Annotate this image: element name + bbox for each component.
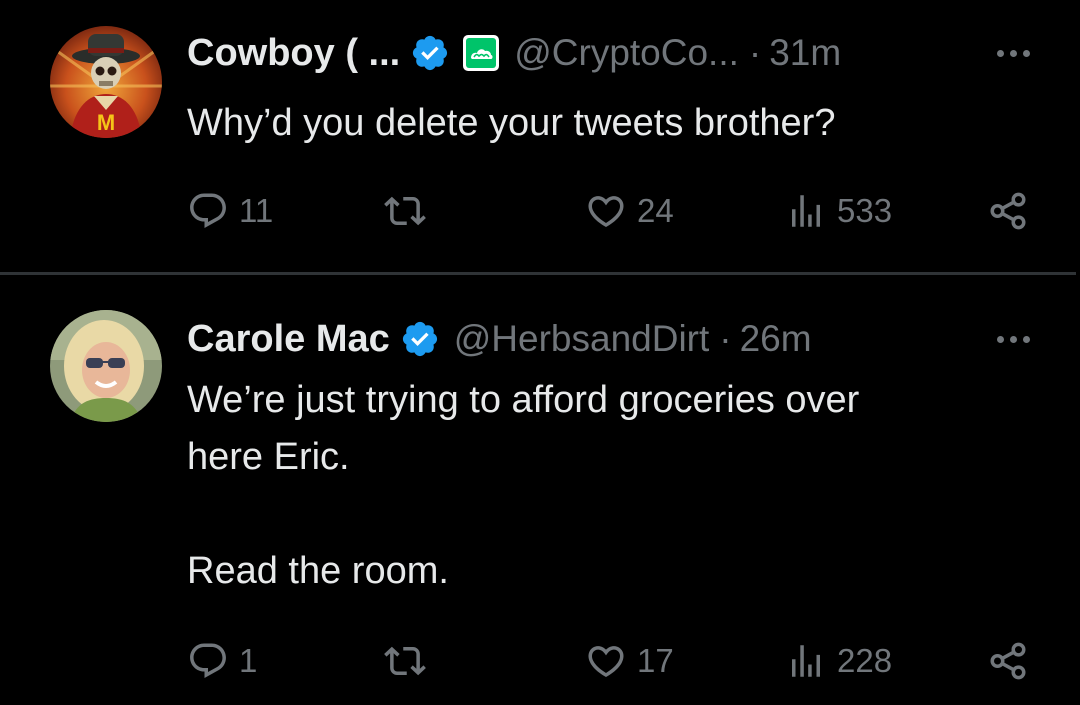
share-icon [987,640,1029,682]
analytics-icon [785,190,827,232]
heart-icon [585,190,627,232]
share-icon [987,190,1029,232]
more-dots-icon [997,49,1030,57]
avatar[interactable]: M [50,26,162,138]
views-button[interactable]: 228 [785,636,892,686]
like-count: 17 [637,642,674,679]
like-button[interactable]: 17 [585,636,674,686]
like-count: 24 [637,192,674,229]
reply-count: 1 [239,642,258,679]
tweet-header: Cowboy ( ... @CryptoCo... · 31m [187,25,1030,81]
user-handle[interactable]: @HerbsandDirt [454,318,710,360]
separator-dot: · [748,32,762,73]
more-options-button[interactable] [970,311,1030,367]
user-handle[interactable]: @CryptoCo... [514,32,739,74]
verified-badge-icon [400,319,440,359]
views-count: 533 [837,192,893,229]
more-options-button[interactable] [970,25,1030,81]
tweet[interactable]: M Cowboy ( ... @CryptoCo... · 31m Why’d … [0,0,1080,272]
separator-dot: · [719,318,732,359]
verified-badge-icon [410,33,450,73]
share-button[interactable] [987,636,1029,686]
tweet-text-line: Read the room. [187,550,449,592]
repost-icon [384,640,426,682]
timestamp[interactable]: 26m [740,318,812,360]
analytics-icon [785,640,827,682]
action-bar: 11 24 533 [187,186,1030,236]
tweet-text: We’re just trying to afford groceries ov… [187,372,1000,600]
tweet[interactable]: Carole Mac @HerbsandDirt · 26m We’re jus… [0,276,1080,705]
heart-icon [585,640,627,682]
reply-icon [187,640,229,682]
share-button[interactable] [987,186,1029,236]
reply-count: 11 [239,192,274,229]
repost-button[interactable] [384,636,436,686]
action-bar: 1 17 228 [187,636,1030,686]
views-button[interactable]: 533 [785,186,892,236]
tweet-divider [0,272,1076,275]
tweet-text-line: Why’d you delete your tweets brother? [187,102,836,144]
display-name[interactable]: Cowboy ( ... [187,32,400,75]
reply-button[interactable]: 11 [187,186,273,236]
reply-button[interactable]: 1 [187,636,257,686]
tweet-header: Carole Mac @HerbsandDirt · 26m [187,311,1030,367]
timestamp[interactable]: 31m [769,32,841,74]
like-button[interactable]: 24 [585,186,674,236]
repost-button[interactable] [384,186,436,236]
reply-icon [187,190,229,232]
tweet-text-line: We’re just trying to afford groceries ov… [187,379,860,421]
tweet-text: Why’d you delete your tweets brother? [187,95,1000,152]
avatar[interactable] [50,310,162,422]
views-count: 228 [837,642,893,679]
tweet-text-line: here Eric. [187,436,350,478]
cloud-badge-icon [462,34,500,72]
repost-icon [384,190,426,232]
svg-text:M: M [97,110,115,135]
more-dots-icon [997,335,1030,343]
display-name[interactable]: Carole Mac [187,318,390,361]
